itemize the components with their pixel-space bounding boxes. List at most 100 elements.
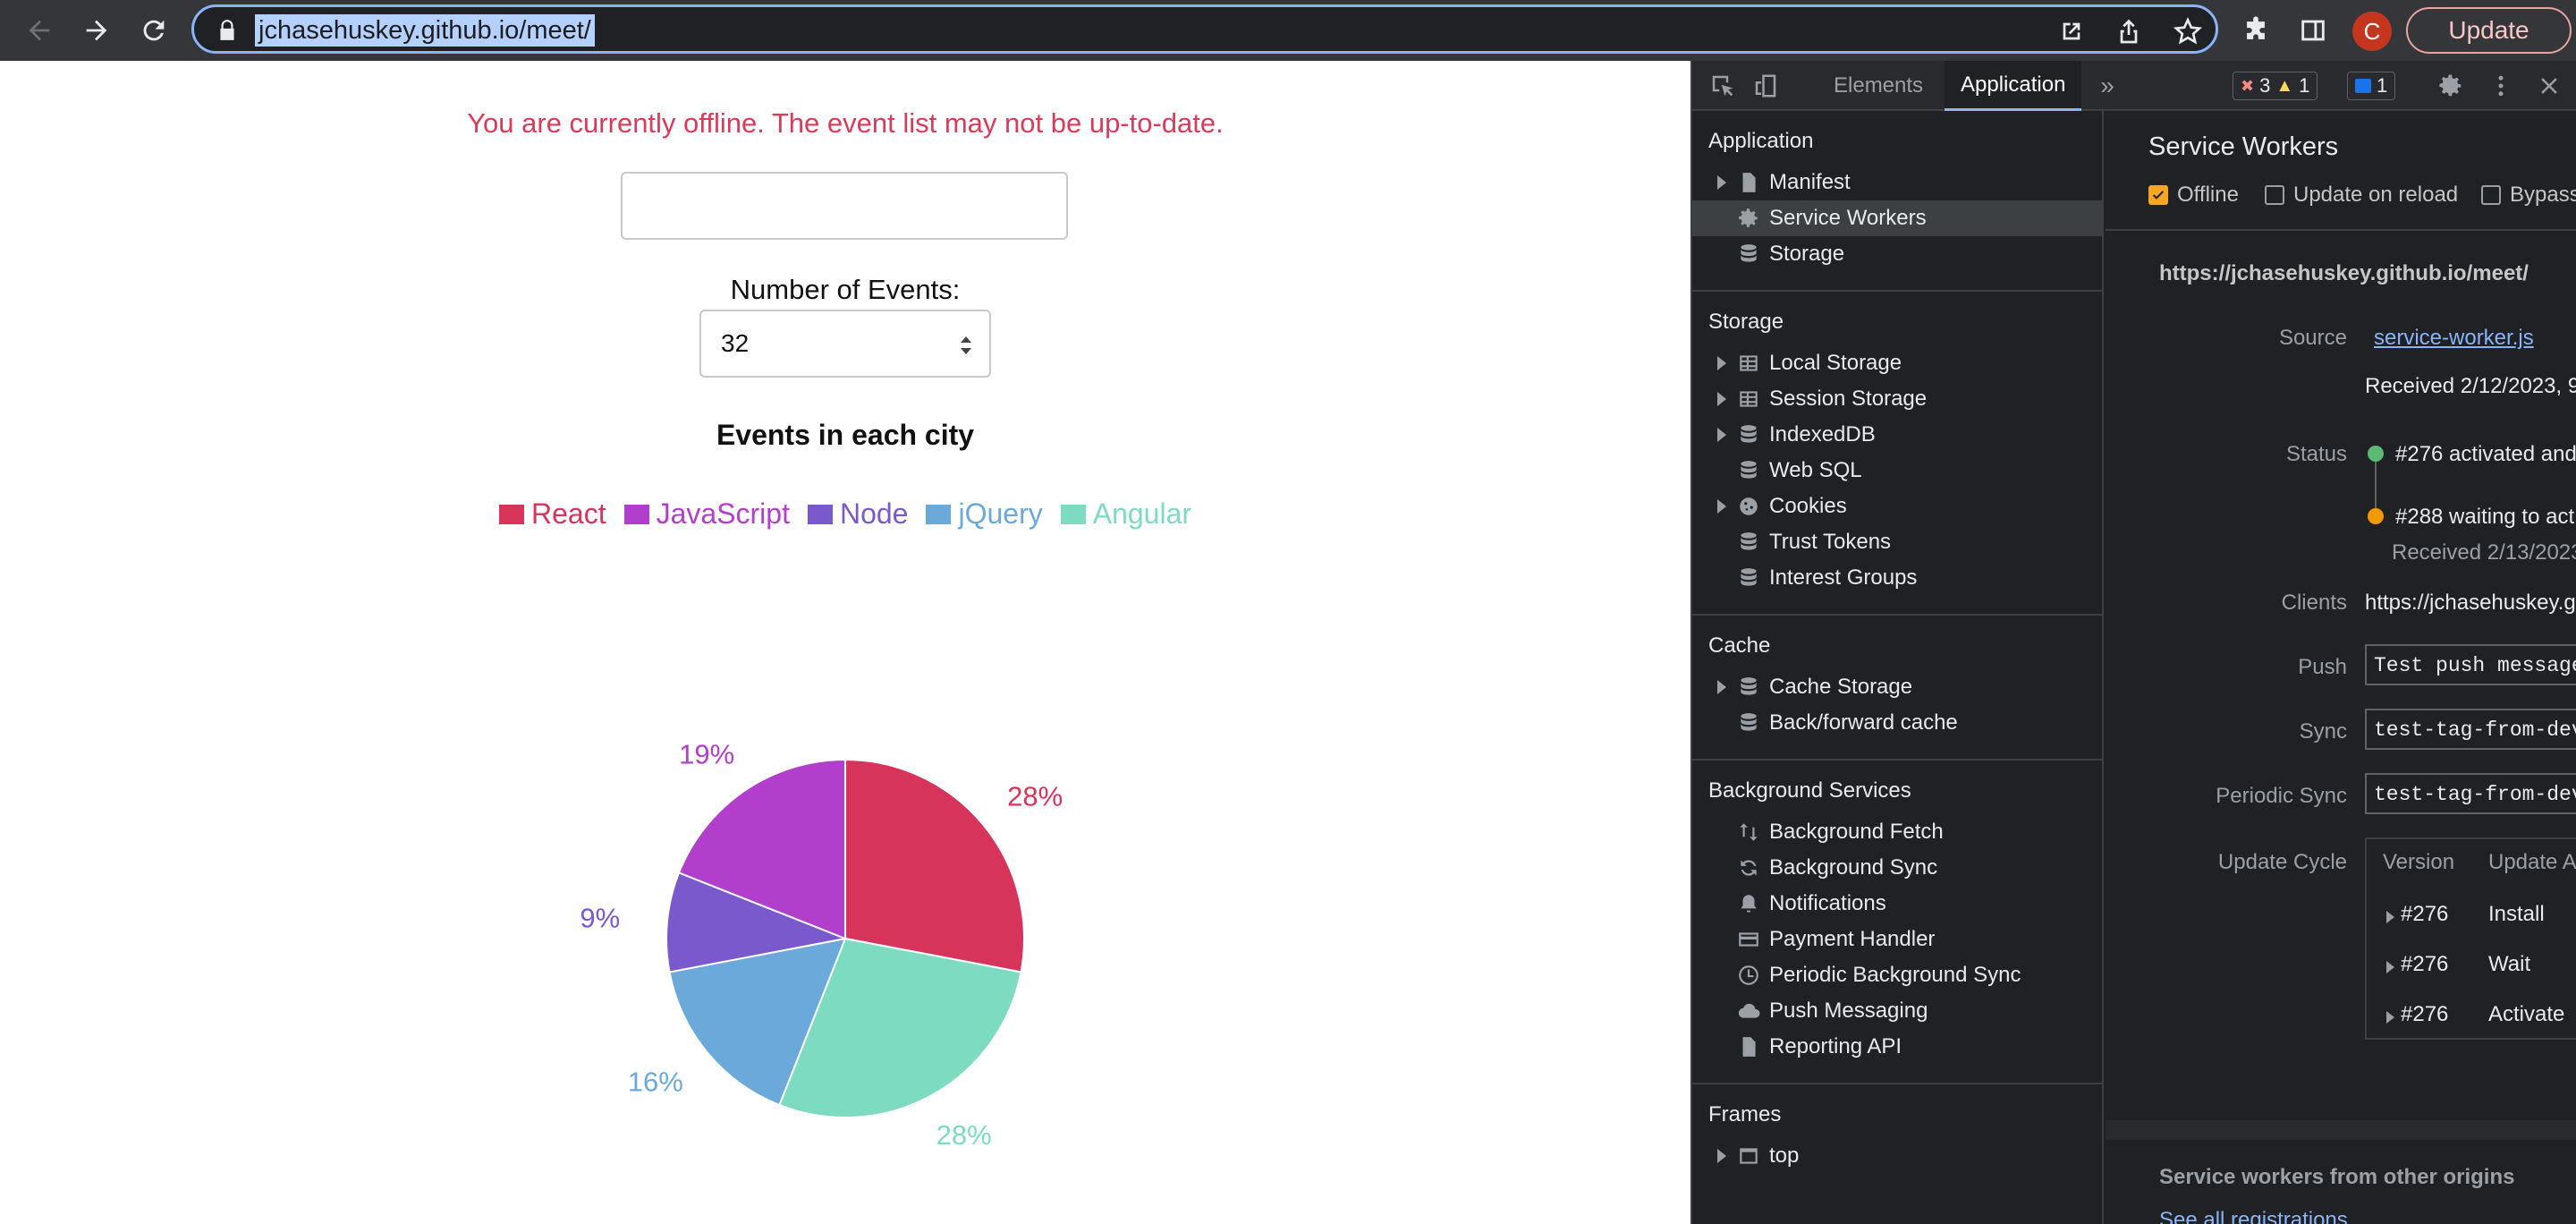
legend-swatch (623, 504, 649, 524)
sidebar-item-label: Periodic Background Sync (1769, 963, 2021, 987)
profile-avatar[interactable]: C (2352, 12, 2392, 51)
document-icon (1735, 169, 1762, 196)
sidebar-item-service-workers[interactable]: Service Workers (1692, 200, 2102, 236)
checkbox-icon[interactable] (2481, 185, 2501, 205)
close-devtools-icon[interactable] (2533, 70, 2565, 102)
status-waiting-dot-icon (2368, 508, 2384, 524)
sidebar-item-cookies[interactable]: Cookies (1692, 489, 2102, 524)
sidebar-item-storage[interactable]: Storage (1692, 236, 2102, 272)
sidebar-item-manifest[interactable]: Manifest (1692, 165, 2102, 200)
sync-icon (1735, 854, 1762, 881)
sidebar-item-session-storage[interactable]: Session Storage (1692, 381, 2102, 417)
lock-icon (220, 20, 234, 40)
sidebar-item-label: IndexedDB (1769, 422, 1876, 446)
legend-item-node[interactable]: Node (807, 497, 908, 531)
number-of-events-input[interactable]: 32 (699, 310, 991, 378)
sidebar-item-web-sql[interactable]: Web SQL (1692, 453, 2102, 489)
expand-triangle-icon[interactable] (1717, 392, 1726, 406)
sidebar-item-push-messaging[interactable]: Push Messaging (1692, 993, 2102, 1029)
offline-checkbox[interactable]: Offline (2148, 183, 2239, 208)
expand-triangle-icon[interactable] (1717, 680, 1726, 694)
extensions-puzzle-icon[interactable] (2236, 11, 2275, 50)
address-bar[interactable]: jchasehuskey.github.io/meet/ (191, 4, 2218, 54)
update-button[interactable]: Update (2406, 7, 2572, 54)
clients-value[interactable]: https://jchasehuskey.g (2365, 591, 2576, 616)
web-page: You are currently offline. The event lis… (0, 61, 1690, 1224)
see-all-registrations-link[interactable]: See all registrations (2159, 1208, 2348, 1224)
frame-window-icon (1735, 1143, 1762, 1169)
source-link[interactable]: service-worker.js (2374, 326, 2534, 351)
sidebar-item-cache-storage[interactable]: Cache Storage (1692, 669, 2102, 705)
error-count-badge[interactable]: ✖ 3 ▲ 1 (2233, 72, 2318, 100)
back-button[interactable] (16, 7, 63, 54)
inspect-element-icon[interactable] (1707, 70, 1739, 102)
table-row-version: #276 (2401, 1002, 2449, 1026)
table-row-activity: Activate (2488, 1002, 2565, 1026)
legend-item-jquery[interactable]: jQuery (926, 497, 1043, 531)
sidebar-item-interest-groups[interactable]: Interest Groups (1692, 560, 2102, 596)
sidebar-item-label: top (1769, 1143, 1800, 1168)
pie-label-javascript: 19% (679, 738, 734, 769)
sidebar-item-background-sync[interactable]: Background Sync (1692, 850, 2102, 886)
share-icon[interactable] (2112, 14, 2146, 48)
other-origins-heading: Service workers from other origins (2159, 1165, 2515, 1189)
legend-item-react[interactable]: React (498, 497, 606, 531)
pie-slice-react[interactable] (844, 758, 1025, 973)
side-panel-icon[interactable] (2293, 11, 2333, 50)
reload-icon (143, 20, 165, 41)
tab-elements[interactable]: Elements (1818, 61, 1939, 111)
legend-item-angular[interactable]: Angular (1060, 497, 1191, 531)
sidebar-item-label: Trust Tokens (1769, 530, 1892, 554)
checkbox-checked-icon[interactable] (2148, 185, 2168, 205)
sidebar-item-frame-top[interactable]: top (1692, 1138, 2102, 1174)
sidebar-item-local-storage[interactable]: Local Storage (1692, 345, 2102, 381)
pie-label-jquery: 16% (628, 1066, 683, 1097)
sync-input[interactable]: test-tag-from-dev (2365, 709, 2576, 750)
expand-triangle-icon[interactable] (2386, 911, 2394, 923)
expand-triangle-icon[interactable] (1717, 499, 1726, 514)
sidebar-item-indexeddb[interactable]: IndexedDB (1692, 417, 2102, 453)
expand-triangle-icon[interactable] (2386, 961, 2394, 973)
city-search-input[interactable] (621, 172, 1068, 240)
received-date: Received 2/12/2023, 9 (2365, 374, 2576, 398)
panel-divider (2106, 229, 2576, 231)
messages-badge[interactable]: 1 (2347, 72, 2396, 100)
sidebar-item-trust-tokens[interactable]: Trust Tokens (1692, 524, 2102, 560)
expand-triangle-icon[interactable] (2386, 1011, 2394, 1024)
number-of-events-label: Number of Events: (730, 274, 961, 305)
sidebar-item-label: Web SQL (1769, 458, 1862, 482)
update-on-reload-checkbox[interactable]: Update on reload (2265, 183, 2458, 208)
device-toolbar-icon[interactable] (1750, 70, 1782, 102)
more-options-icon[interactable] (2485, 70, 2517, 102)
periodic-sync-input[interactable]: test-tag-from-dev (2365, 773, 2576, 814)
reload-button[interactable] (131, 7, 177, 54)
sidebar-item-background-fetch[interactable]: Background Fetch (1692, 814, 2102, 850)
sync-key: Sync (2299, 719, 2347, 744)
push-key: Push (2298, 655, 2347, 679)
sidebar-item-reporting-api[interactable]: Reporting API (1692, 1029, 2102, 1065)
sidebar-item-payment-handler[interactable]: Payment Handler (1692, 922, 2102, 957)
legend-item-javascript[interactable]: JavaScript (623, 497, 790, 531)
url-text[interactable]: jchasehuskey.github.io/meet/ (255, 14, 595, 47)
sidebar-item-label: Cache Storage (1769, 675, 1913, 699)
sidebar-item-back-forward-cache[interactable]: Back/forward cache (1692, 705, 2102, 741)
tab-application[interactable]: Application (1945, 61, 2082, 111)
sidebar-divider (1692, 1083, 2102, 1084)
bookmark-star-icon[interactable] (2171, 14, 2205, 48)
bypass-for-network-checkbox[interactable]: Bypass (2481, 183, 2576, 208)
more-tabs-chevron-icon[interactable]: » (2091, 70, 2123, 102)
push-input[interactable]: Test push message (2365, 644, 2576, 685)
expand-triangle-icon[interactable] (1717, 356, 1726, 370)
worker-origin: https://jchasehuskey.github.io/meet/ (2159, 261, 2529, 285)
expand-triangle-icon[interactable] (1717, 428, 1726, 442)
expand-triangle-icon[interactable] (1717, 1149, 1726, 1163)
checkbox-icon[interactable] (2265, 185, 2284, 205)
sidebar-item-notifications[interactable]: Notifications (1692, 886, 2102, 922)
number-spinner-icon[interactable] (957, 333, 975, 358)
open-in-app-icon[interactable] (2055, 14, 2089, 48)
expand-triangle-icon[interactable] (1717, 175, 1726, 190)
forward-button[interactable] (73, 7, 120, 54)
settings-gear-icon[interactable] (2435, 70, 2467, 102)
sidebar-item-periodic-background-sync[interactable]: Periodic Background Sync (1692, 957, 2102, 993)
browser-toolbar: jchasehuskey.github.io/meet/ C Update (0, 0, 2576, 61)
